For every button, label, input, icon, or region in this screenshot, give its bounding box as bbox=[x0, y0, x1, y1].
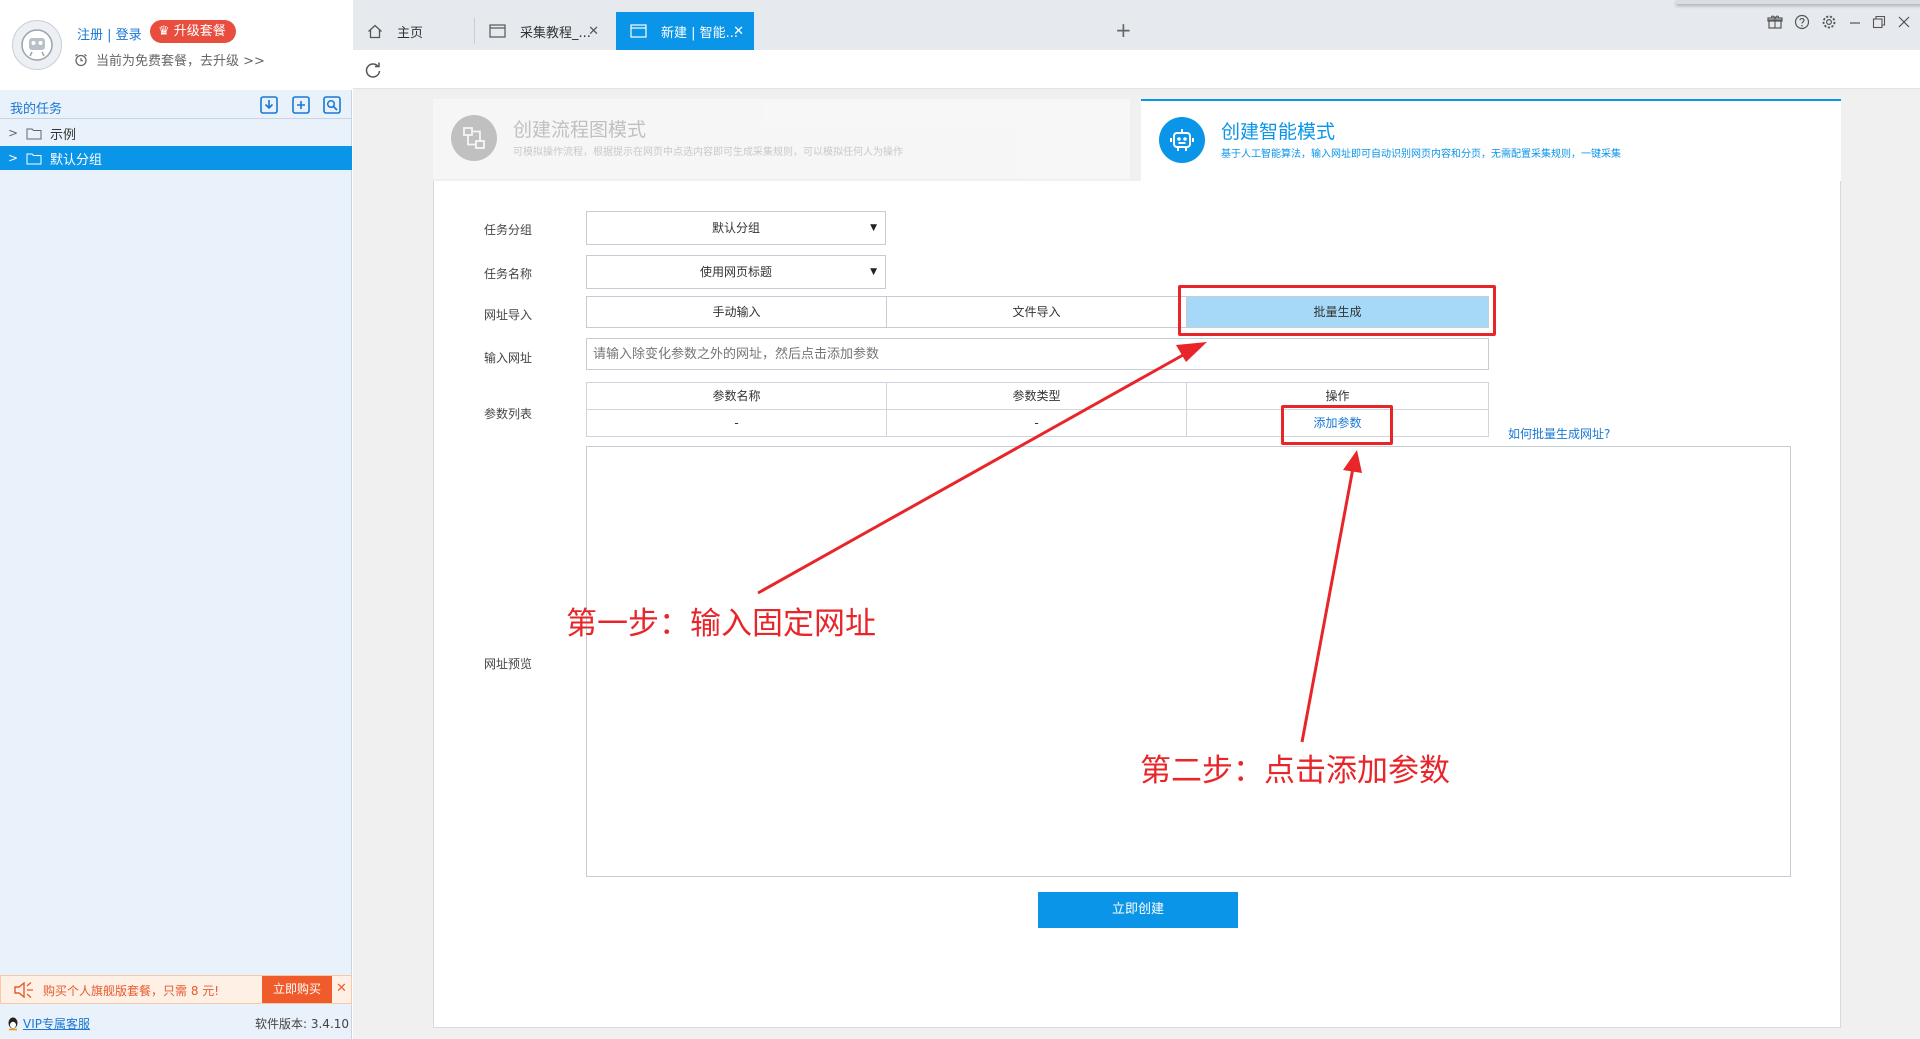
tab-tutorial[interactable]: 采集教程_... ✕ bbox=[475, 12, 609, 50]
step2-annotation: 第二步：点击添加参数 bbox=[1140, 753, 1450, 789]
batch-generate-highlight bbox=[1178, 285, 1496, 336]
tab-home[interactable]: 主页 bbox=[353, 12, 473, 50]
alarm-clock-icon bbox=[75, 53, 87, 66]
vip-support-label: VIP专属客服 bbox=[23, 1017, 90, 1031]
param-name-cell: - bbox=[586, 409, 887, 437]
url-preview-label: 网址预览 bbox=[484, 657, 533, 671]
robot-mode-icon bbox=[1159, 117, 1205, 163]
close-window-icon[interactable] bbox=[1896, 14, 1912, 30]
folder-icon bbox=[26, 153, 42, 164]
my-tasks-header: 我的任务 bbox=[0, 91, 352, 119]
tab-label: 主页 bbox=[397, 25, 424, 41]
sidebar-footer: VIP专属客服 软件版本: 3.4.10 bbox=[0, 1004, 352, 1039]
crown-icon: ♛ bbox=[158, 24, 170, 39]
settings-gear-icon[interactable] bbox=[1821, 14, 1837, 30]
task-group-value: 默认分组 bbox=[711, 221, 760, 235]
plan-status-text: 当前为免费套餐，去升级 >> bbox=[96, 54, 265, 69]
software-version: 软件版本: 3.4.10 bbox=[255, 1017, 350, 1031]
address-bar bbox=[353, 50, 1920, 89]
upgrade-plan-button[interactable]: ♛ 升级套餐 bbox=[150, 20, 236, 43]
import-task-icon[interactable] bbox=[259, 95, 279, 115]
user-area: 注册 | 登录 ♛ 升级套餐 当前为免费套餐，去升级 >> bbox=[0, 0, 352, 90]
flowchart-mode-title: 创建流程图模式 bbox=[513, 119, 647, 141]
flowchart-mode-icon bbox=[451, 115, 497, 161]
sidebar: 注册 | 登录 ♛ 升级套餐 当前为免费套餐，去升级 >> 我的任务 > 示例 … bbox=[0, 0, 352, 1039]
task-group-label: 任务分组 bbox=[484, 223, 533, 237]
window-icon bbox=[489, 24, 506, 38]
tree-item-example[interactable]: > 示例 bbox=[0, 121, 352, 145]
main-content: 创建流程图模式 可模拟操作流程，根据提示在网页中点选内容即可生成采集规则，可以模… bbox=[353, 89, 1920, 1039]
qq-penguin-icon bbox=[8, 1017, 18, 1030]
restore-icon[interactable] bbox=[1871, 14, 1887, 30]
robot-avatar-icon bbox=[21, 29, 53, 61]
manual-input-option[interactable]: 手动输入 bbox=[586, 296, 887, 328]
close-tab-icon[interactable]: ✕ bbox=[588, 24, 599, 39]
popup-edge bbox=[1676, 0, 1920, 4]
task-group-select[interactable]: 默认分组 ▼ bbox=[586, 211, 886, 245]
param-name-header: 参数名称 bbox=[586, 382, 887, 410]
task-name-select[interactable]: 使用网页标题 ▼ bbox=[586, 255, 886, 289]
close-tab-icon[interactable]: ✕ bbox=[733, 24, 744, 39]
help-icon[interactable] bbox=[1794, 14, 1810, 30]
vip-support-link[interactable]: VIP专属客服 bbox=[7, 1015, 90, 1032]
buy-now-button[interactable]: 立即购买 bbox=[262, 976, 332, 1003]
url-preview-box bbox=[586, 446, 1791, 877]
avatar[interactable] bbox=[12, 20, 62, 70]
login-register-link[interactable]: 注册 | 登录 bbox=[77, 24, 142, 43]
tree-item-label: 默认分组 bbox=[50, 152, 103, 168]
flowchart-mode-card[interactable]: 创建流程图模式 可模拟操作流程，根据提示在网页中点选内容即可生成采集规则，可以模… bbox=[433, 99, 1130, 179]
task-name-value: 使用网页标题 bbox=[699, 265, 772, 279]
window-icon bbox=[630, 24, 647, 38]
input-url-label: 输入网址 bbox=[484, 351, 533, 365]
minimize-icon[interactable] bbox=[1847, 14, 1863, 30]
refresh-icon[interactable] bbox=[363, 60, 383, 80]
upgrade-plan-label: 升级套餐 bbox=[173, 24, 226, 39]
close-icon[interactable]: ✕ bbox=[336, 981, 347, 996]
search-task-icon[interactable] bbox=[322, 95, 342, 115]
tab-label: 新建 | 智能... bbox=[661, 25, 739, 41]
tab-label: 采集教程_... bbox=[520, 25, 591, 41]
plan-status[interactable]: 当前为免费套餐，去升级 >> bbox=[74, 50, 265, 69]
smart-mode-title: 创建智能模式 bbox=[1221, 121, 1336, 143]
smart-mode-desc: 基于人工智能算法，输入网址即可自动识别网页内容和分页，无需配置采集规则，一键采集 bbox=[1221, 149, 1621, 160]
chevron-right-icon[interactable]: > bbox=[8, 151, 20, 165]
home-icon bbox=[368, 24, 382, 38]
task-name-label: 任务名称 bbox=[484, 267, 533, 281]
tree-item-default-group[interactable]: > 默认分组 bbox=[0, 146, 352, 170]
step1-annotation: 第一步：输入固定网址 bbox=[566, 606, 876, 642]
chevron-right-icon[interactable]: > bbox=[8, 126, 20, 140]
promo-bar: 购买个人旗舰版套餐，只需 8 元! 立即购买 ✕ bbox=[0, 975, 352, 1004]
my-tasks-title: 我的任务 bbox=[10, 102, 63, 117]
file-import-option[interactable]: 文件导入 bbox=[886, 296, 1187, 328]
smart-mode-card[interactable]: 创建智能模式 基于人工智能算法，输入网址即可自动识别网页内容和分页，无需配置采集… bbox=[1141, 99, 1841, 181]
tree-item-label: 示例 bbox=[50, 127, 77, 143]
params-list-label: 参数列表 bbox=[484, 407, 533, 421]
tab-new-smart[interactable]: 新建 | 智能... ✕ bbox=[616, 12, 754, 50]
dropdown-caret-icon: ▼ bbox=[870, 267, 877, 277]
batch-url-help-link[interactable]: 如何批量生成网址? bbox=[1508, 425, 1610, 442]
create-now-button[interactable]: 立即创建 bbox=[1038, 892, 1238, 928]
url-input[interactable] bbox=[586, 338, 1489, 370]
url-import-label: 网址导入 bbox=[484, 308, 533, 322]
flowchart-mode-desc: 可模拟操作流程，根据提示在网页中点选内容即可生成采集规则，可以模拟任何人为操作 bbox=[513, 147, 903, 158]
add-param-highlight bbox=[1281, 405, 1393, 445]
param-type-header: 参数类型 bbox=[886, 382, 1187, 410]
dropdown-caret-icon: ▼ bbox=[870, 223, 877, 233]
new-task-icon[interactable] bbox=[291, 95, 311, 115]
speaker-icon bbox=[14, 982, 33, 998]
param-type-cell: - bbox=[886, 409, 1187, 437]
folder-icon bbox=[26, 128, 42, 139]
add-tab-icon[interactable]: + bbox=[1115, 18, 1132, 42]
promo-text: 购买个人旗舰版套餐，只需 8 元! bbox=[43, 984, 220, 998]
gift-icon[interactable] bbox=[1767, 14, 1783, 30]
tab-bar: 主页 采集教程_... ✕ 新建 | 智能... ✕ + bbox=[353, 0, 1920, 50]
